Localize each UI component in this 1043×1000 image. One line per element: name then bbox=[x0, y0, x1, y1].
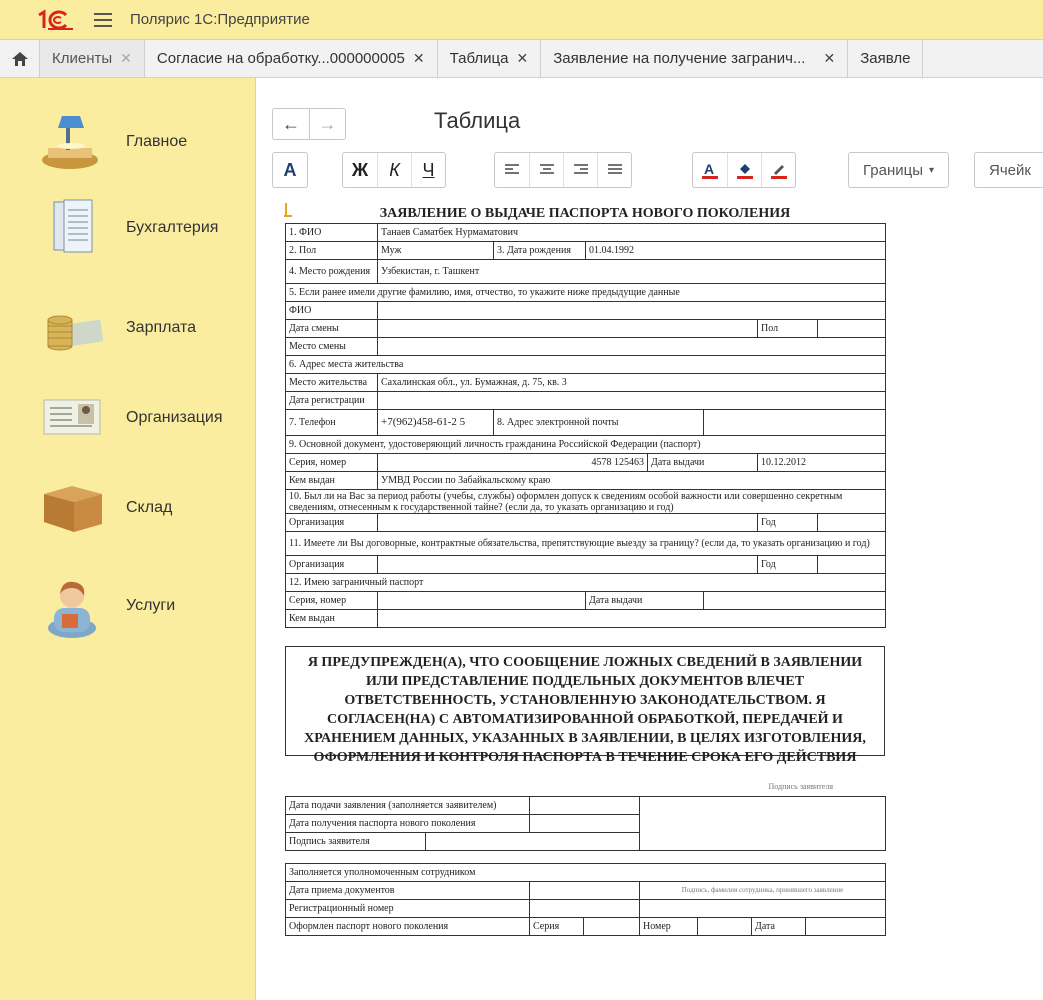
justify-icon bbox=[607, 164, 622, 174]
align-center-button[interactable] bbox=[529, 153, 563, 187]
table-row: Серия, номер 4578 125463 Дата выдачи 10.12.… bbox=[285, 453, 887, 472]
table-row: 7. Телефон +7(962)458-61-2 5 8. Адрес элек… bbox=[285, 409, 887, 436]
close-icon[interactable]: ✕ bbox=[120, 50, 132, 67]
table-row: Оформлен паспорт нового поколения Серия Но… bbox=[285, 917, 887, 936]
align-center-icon bbox=[539, 164, 554, 174]
justify-button[interactable] bbox=[597, 153, 631, 187]
sidebar-item-services[interactable]: Услуги bbox=[0, 566, 256, 646]
1c-logo[interactable] bbox=[36, 8, 74, 31]
close-icon[interactable]: ✕ bbox=[516, 50, 528, 67]
title-bar: Полярис 1С:Предприятие bbox=[0, 0, 1043, 40]
close-icon[interactable]: ✕ bbox=[823, 50, 835, 67]
home-icon bbox=[11, 51, 28, 66]
table-row: 5. Если ранее имели другие фамилию, имя,… bbox=[284, 283, 887, 302]
form-table: 1. ФИО Танаев Саматбек Нурмаматович 2. По… bbox=[284, 223, 887, 628]
table-row: Место смены bbox=[285, 337, 887, 356]
id-card-icon bbox=[43, 399, 101, 435]
table-row: Организация Год bbox=[285, 513, 887, 532]
table-row: 11. Имеете ли Вы договорные, контрактные… bbox=[284, 531, 887, 556]
table-row: Регистрационный номер bbox=[285, 899, 887, 918]
table-row: 9. Основной документ, удостоверяющий лич… bbox=[284, 435, 887, 454]
home-tab[interactable] bbox=[0, 40, 40, 77]
font-button[interactable]: A bbox=[273, 153, 307, 187]
sidebar-item-accounting[interactable]: Бухгалтерия bbox=[0, 188, 256, 268]
box-icon bbox=[44, 486, 102, 532]
cells-dropdown[interactable]: Ячейк bbox=[975, 153, 1043, 187]
passport-application-form: ЗАЯВЛЕНИЕ О ВЫДАЧЕ ПАСПОРТА НОВОГО ПОКОЛ… bbox=[284, 205, 887, 936]
pencil-icon bbox=[770, 165, 787, 179]
table-row: 4. Место рождения Узбекистан, г. Ташкент bbox=[285, 259, 887, 284]
menu-icon[interactable] bbox=[94, 12, 112, 27]
bold-button[interactable]: Ж bbox=[343, 153, 377, 187]
desk-lamp-icon bbox=[42, 116, 98, 169]
person-icon bbox=[48, 581, 96, 638]
table-row: ФИО bbox=[285, 301, 887, 320]
formatting-toolbar: A Ж К Ч A Границы ▾ Ячейк bbox=[272, 152, 1043, 188]
table-row: Дата смены Пол bbox=[285, 319, 887, 338]
sidebar-item-organization[interactable]: Организация bbox=[0, 378, 256, 458]
align-right-icon bbox=[573, 164, 588, 174]
table-row: 6. Адрес места жительства bbox=[284, 355, 887, 374]
underline-button[interactable]: Ч bbox=[411, 153, 445, 187]
align-left-button[interactable] bbox=[495, 153, 529, 187]
page-title: Таблица bbox=[434, 108, 521, 133]
warning-notice: Я ПРЕДУПРЕЖДЕН(А), ЧТО СООБЩЕНИЕ ЛОЖНЫХ … bbox=[285, 646, 885, 765]
sidebar-item-salary[interactable]: Зарплата bbox=[0, 288, 256, 368]
table-row: Дата подачи заявления (заполняется заяви… bbox=[285, 796, 886, 851]
italic-button[interactable]: К bbox=[377, 153, 411, 187]
documents-icon bbox=[53, 199, 93, 253]
back-button[interactable]: ← bbox=[273, 109, 309, 139]
form-heading: ЗАЯВЛЕНИЕ О ВЫДАЧЕ ПАСПОРТА НОВОГО ПОКОЛ… bbox=[379, 206, 791, 221]
text-color-button[interactable]: A bbox=[693, 153, 727, 187]
tab-bar: Клиенты ✕ Согласие на обработку...0000000… bbox=[0, 40, 1043, 78]
applicant-table: Дата подачи заявления (заполняется заяви… bbox=[285, 796, 886, 851]
table-row: 1. ФИО Танаев Саматбек Нурмаматович bbox=[285, 223, 887, 242]
table-row: 10. Был ли на Вас за период работы (учеб… bbox=[284, 489, 887, 514]
tab-application-2[interactable]: Заявле bbox=[848, 40, 924, 77]
table-row: Кем выдан bbox=[285, 609, 887, 628]
borders-dropdown[interactable]: Границы ▾ bbox=[849, 153, 948, 187]
align-right-button[interactable] bbox=[563, 153, 597, 187]
close-icon[interactable]: ✕ bbox=[413, 50, 425, 67]
sidebar: Главное Бухгалтерия Зарплата Организация bbox=[0, 78, 256, 1000]
spreadsheet-document[interactable]: ЗАЯВЛЕНИЕ О ВЫДАЧЕ ПАСПОРТА НОВОГО ПОКОЛ… bbox=[272, 195, 1043, 1000]
navigation-buttons: ← → bbox=[272, 108, 346, 140]
forward-button[interactable]: → bbox=[309, 109, 345, 139]
fill-color-button[interactable] bbox=[727, 153, 761, 187]
employee-table: Заполняется уполномоченным сотрудником Д… bbox=[284, 863, 887, 936]
table-row: 12. Имею заграничный паспорт bbox=[284, 573, 887, 592]
table-row: 2. Пол Муж 3. Дата рождения 01.04.1992 bbox=[285, 241, 887, 260]
table-row: Место жительства Сахалинская обл., ул. Бу… bbox=[285, 373, 887, 392]
align-left-icon bbox=[505, 164, 519, 174]
table-row: Заполняется уполномоченным сотрудником bbox=[284, 863, 887, 882]
fill-color-icon bbox=[736, 164, 753, 179]
table-row: Дата приема документов Подпись, фамилия с… bbox=[285, 881, 887, 900]
signature-caption: Подпись заявителя bbox=[768, 782, 833, 791]
svg-text:A: A bbox=[704, 161, 714, 177]
chevron-down-icon: ▾ bbox=[929, 164, 935, 176]
app-title: Полярис 1С:Предприятие bbox=[130, 11, 310, 28]
tab-application[interactable]: Заявление на получение загранич... ✕ bbox=[541, 40, 849, 77]
sidebar-item-main[interactable]: Главное bbox=[0, 102, 256, 182]
tab-consent[interactable]: Согласие на обработку...000000005 ✕ bbox=[145, 40, 438, 77]
border-color-button[interactable] bbox=[761, 153, 795, 187]
text-color-icon: A bbox=[702, 161, 718, 179]
coins-icon bbox=[47, 315, 104, 351]
tab-table[interactable]: Таблица ✕ bbox=[438, 40, 542, 77]
table-row: Кем выдан УМВД России по Забайкальскому к… bbox=[285, 471, 887, 490]
table-row: Серия, номер Дата выдачи bbox=[285, 591, 887, 610]
table-row: Дата регистрации bbox=[285, 391, 887, 410]
tab-clients[interactable]: Клиенты ✕ bbox=[40, 40, 145, 77]
sidebar-item-warehouse[interactable]: Склад bbox=[0, 468, 256, 548]
table-row: Организация Год bbox=[285, 555, 887, 574]
